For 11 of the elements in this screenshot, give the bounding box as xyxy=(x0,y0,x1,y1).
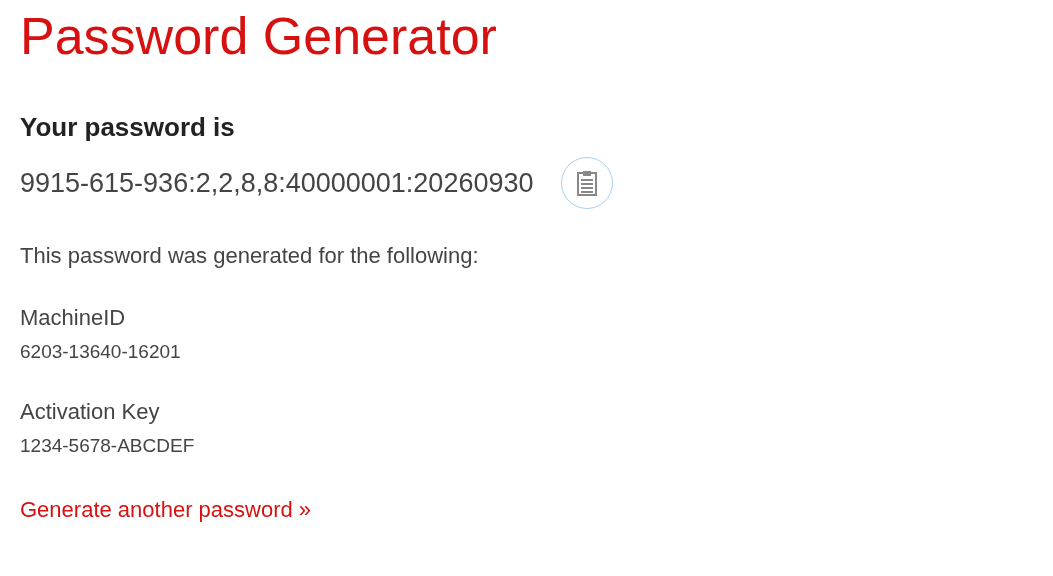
field-label: Activation Key xyxy=(20,399,161,425)
password-text: 9915-615-936:2,2,8,8:40000001:20260930 xyxy=(20,167,534,199)
copy-button[interactable] xyxy=(561,157,614,209)
section-heading: Your password is xyxy=(20,112,236,143)
clipboard-icon xyxy=(577,170,598,196)
page-title: Password Generator xyxy=(20,6,498,67)
generate-link[interactable]: Generate another password » xyxy=(20,497,312,523)
field-value: 6203-13640-16201 xyxy=(20,341,182,363)
field-value: 1234-5678-ABCDEF xyxy=(20,435,196,457)
field-label: MachineID xyxy=(20,305,127,331)
info-text: This password was generated for the following: xyxy=(20,243,480,269)
